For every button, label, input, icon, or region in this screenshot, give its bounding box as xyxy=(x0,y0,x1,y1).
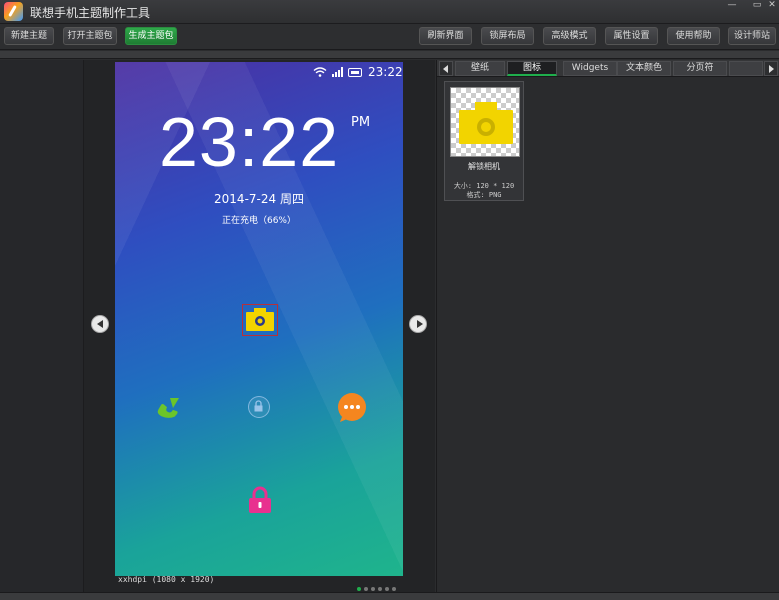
page-dot[interactable] xyxy=(385,587,389,591)
page-dot[interactable] xyxy=(392,587,396,591)
resolution-label: xxhdpi (1080 x 1920) xyxy=(118,575,215,584)
next-page-button[interactable] xyxy=(409,315,427,333)
minimize-button[interactable]: — xyxy=(718,0,746,10)
page-dot[interactable] xyxy=(371,587,375,591)
resource-tabs: 壁纸 图标 Widgets 文本颜色 分页符 xyxy=(437,60,779,77)
phone-call-icon[interactable] xyxy=(153,392,183,422)
signal-icon xyxy=(332,67,343,77)
designer-site-button[interactable]: 设计师站 xyxy=(728,27,776,45)
status-bar xyxy=(0,592,779,600)
lockscreen-ampm: PM xyxy=(351,115,371,130)
new-theme-button[interactable]: 新建主题 xyxy=(4,27,54,45)
center-lock-icon[interactable] xyxy=(248,396,270,418)
toolbar: 新建主题 打开主题包 生成主题包 刷新界面 锁屏布局 高级模式 属性设置 使用帮… xyxy=(0,24,779,50)
lockscreen-layout-button[interactable]: 锁屏布局 xyxy=(481,27,534,45)
tab-wallpaper[interactable]: 壁纸 xyxy=(455,61,505,76)
title-bar: 联想手机主题制作工具 — ▭ ✕ xyxy=(0,0,779,24)
page-dot[interactable] xyxy=(357,587,361,591)
resource-panel: 壁纸 图标 Widgets 文本颜色 分页符 解锁相机 大小: 120 * 12… xyxy=(436,60,779,592)
properties-button[interactable]: 属性设置 xyxy=(605,27,658,45)
refresh-button[interactable]: 刷新界面 xyxy=(419,27,472,45)
battery-icon xyxy=(348,68,362,77)
camera-icon xyxy=(246,308,274,331)
open-theme-button[interactable]: 打开主题包 xyxy=(63,27,117,45)
camera-icon xyxy=(459,102,513,144)
help-button[interactable]: 使用帮助 xyxy=(667,27,720,45)
page-dot[interactable] xyxy=(378,587,382,591)
charging-status: 正在充电（66%） xyxy=(221,216,296,226)
tab-page-separator[interactable]: 分页符 xyxy=(673,61,727,76)
phone-status-bar: 23:22 xyxy=(115,62,403,82)
tab-text-color[interactable]: 文本颜色 xyxy=(617,61,671,76)
generate-theme-button[interactable]: 生成主题包 xyxy=(125,27,177,45)
phone-preview[interactable]: 23:22 23:22 PM 2014-7-24 周四 正在充电（66%） xyxy=(115,62,403,576)
asset-format: 格式: PNG xyxy=(466,191,502,199)
asset-card[interactable]: 解锁相机 大小: 120 * 120 格式: PNG xyxy=(444,81,524,201)
page-dot[interactable] xyxy=(364,587,368,591)
close-button[interactable]: ✕ xyxy=(765,0,779,10)
lock-icon xyxy=(254,400,263,412)
status-time: 23:22 xyxy=(368,65,403,79)
tab-scroll-right-button[interactable] xyxy=(764,61,778,76)
camera-unlock-icon[interactable] xyxy=(242,304,278,336)
message-icon[interactable] xyxy=(337,393,367,423)
tab-scroll-left-button[interactable] xyxy=(439,61,453,76)
lockscreen-clock[interactable]: 23:22 xyxy=(159,102,339,182)
preview-side-strip xyxy=(0,60,84,592)
tab-blank[interactable] xyxy=(729,61,763,76)
toolbar-separator xyxy=(0,51,779,59)
advanced-mode-button[interactable]: 高级模式 xyxy=(543,27,596,45)
tab-widgets[interactable]: Widgets xyxy=(563,61,617,76)
previous-page-button[interactable] xyxy=(91,315,109,333)
wifi-icon xyxy=(313,67,327,77)
pink-lock-icon[interactable] xyxy=(247,486,273,514)
app-title: 联想手机主题制作工具 xyxy=(30,6,151,20)
asset-name: 解锁相机 xyxy=(468,162,500,171)
asset-thumbnail xyxy=(450,87,520,157)
tab-icons[interactable]: 图标 xyxy=(507,61,557,76)
lockscreen-date: 2014-7-24 周四 xyxy=(214,192,304,206)
app-logo-icon xyxy=(4,2,23,21)
